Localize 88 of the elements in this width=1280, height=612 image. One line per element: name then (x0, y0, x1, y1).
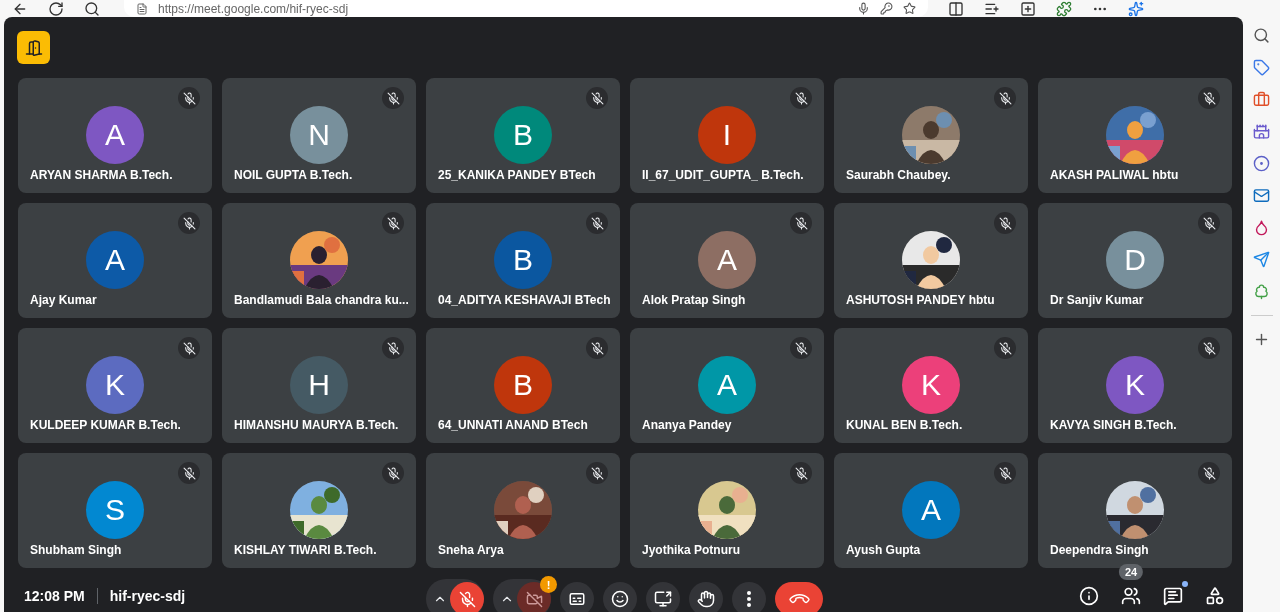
add-icon[interactable] (1253, 331, 1270, 348)
star-icon[interactable] (903, 2, 916, 15)
participant-name: NOIL GUPTA B.Tech. (234, 168, 353, 182)
participant-name: Ananya Pandey (642, 418, 732, 432)
key-icon[interactable] (880, 2, 893, 15)
send-icon[interactable] (1253, 251, 1270, 268)
shapes-icon (1205, 586, 1225, 606)
info-icon (1079, 586, 1099, 606)
participant-name: Ayush Gupta (846, 543, 921, 557)
avatar: A (698, 356, 756, 414)
participant-name: 25_KANIKA PANDEY BTech (438, 168, 596, 182)
drop-icon[interactable] (1253, 219, 1270, 236)
participant-name: Deependra Singh (1050, 543, 1149, 557)
avatar: K (86, 356, 144, 414)
mail-icon[interactable] (1253, 187, 1270, 204)
microphone-button[interactable] (450, 582, 484, 612)
emoji-button[interactable] (603, 582, 637, 612)
meeting-code: hif-ryec-sdj (109, 588, 186, 604)
participant-name: 64_UNNATI ANAND BTech (438, 418, 588, 432)
avatar: H (290, 356, 348, 414)
raise-hand-button[interactable] (689, 582, 723, 612)
chat-button[interactable] (1161, 584, 1185, 608)
avatar: B (494, 356, 552, 414)
participant-name: Sneha Arya (438, 543, 504, 557)
page-icon (136, 2, 148, 15)
participant-name: Jyothika Potnuru (642, 543, 740, 557)
favorites-icon[interactable] (984, 1, 1000, 17)
chat-icon (1163, 586, 1183, 606)
avatar: D (1106, 231, 1164, 289)
avatar: B (494, 106, 552, 164)
avatar: A (86, 231, 144, 289)
tree-icon[interactable] (1253, 283, 1270, 300)
participant-name: AKASH PALIWAL hbtu (1050, 168, 1179, 182)
avatar: S (86, 481, 144, 539)
present-button[interactable] (646, 582, 680, 612)
briefcase-icon[interactable] (1253, 91, 1270, 108)
url-text: https://meet.google.com/hif-ryec-sdj (158, 1, 349, 16)
participant-name: Alok Pratap Singh (642, 293, 746, 307)
participant-name: KAVYA SINGH B.Tech. (1050, 418, 1177, 432)
search-icon[interactable] (1253, 27, 1270, 44)
participant-name: Dr Sanjiv Kumar (1050, 293, 1144, 307)
tag-icon[interactable] (1253, 59, 1270, 76)
participant-name: 04_ADITYA KESHAVAJI BTech (438, 293, 611, 307)
address-bar[interactable]: https://meet.google.com/hif-ryec-sdj (124, 0, 928, 17)
participant-count: 24 (1118, 564, 1144, 580)
avatar: I (698, 106, 756, 164)
avatar: K (1106, 356, 1164, 414)
present-screen-icon (654, 590, 672, 608)
clock-time: 12:08 PM (24, 588, 85, 604)
avatar: A (698, 231, 756, 289)
warning-badge: ! (540, 576, 557, 593)
leave-call-button[interactable] (775, 582, 823, 612)
more-options-button[interactable] (732, 582, 766, 612)
search-icon[interactable] (84, 1, 100, 17)
camera-off-icon (525, 590, 543, 608)
collections-icon[interactable] (1020, 1, 1036, 17)
door-icon (24, 38, 43, 57)
participant-name: KISHLAY TIWARI B.Tech. (234, 543, 377, 557)
participant-name: ARYAN SHARMA B.Tech. (30, 168, 173, 182)
avatar: N (290, 106, 348, 164)
avatar: A (902, 481, 960, 539)
avatar: K (902, 356, 960, 414)
participant-name: Bandlamudi Bala chandra ku... (234, 293, 409, 307)
info-button[interactable] (1077, 584, 1101, 608)
avatar: B (494, 231, 552, 289)
refresh-icon[interactable] (48, 1, 64, 17)
hand-icon (697, 590, 715, 608)
microphone-icon[interactable] (857, 2, 870, 15)
participant-name: ASHUTOSH PANDEY hbtu (846, 293, 995, 307)
split-screen-icon[interactable] (948, 1, 964, 17)
participant-name: Ajay Kumar (30, 293, 97, 307)
door-badge[interactable] (17, 31, 50, 64)
more-icon (747, 591, 751, 607)
back-icon[interactable] (12, 1, 28, 17)
captions-icon (568, 590, 586, 608)
participant-name: II_67_UDIT_GUPTA_ B.Tech. (642, 168, 804, 182)
people-icon (1121, 586, 1141, 606)
mic-off-icon (458, 590, 476, 608)
participant-name: HIMANSHU MAURYA B.Tech. (234, 418, 399, 432)
participant-name: KULDEEP KUMAR B.Tech. (30, 418, 181, 432)
extension-icon[interactable] (1056, 1, 1072, 17)
participant-name: KUNAL BEN B.Tech. (846, 418, 963, 432)
participant-name: Saurabh Chaubey. (846, 168, 951, 182)
camera-button[interactable] (517, 582, 551, 612)
smiley-icon (611, 590, 629, 608)
participant-name: Shubham Singh (30, 543, 122, 557)
captions-button[interactable] (560, 582, 594, 612)
avatar: A (86, 106, 144, 164)
